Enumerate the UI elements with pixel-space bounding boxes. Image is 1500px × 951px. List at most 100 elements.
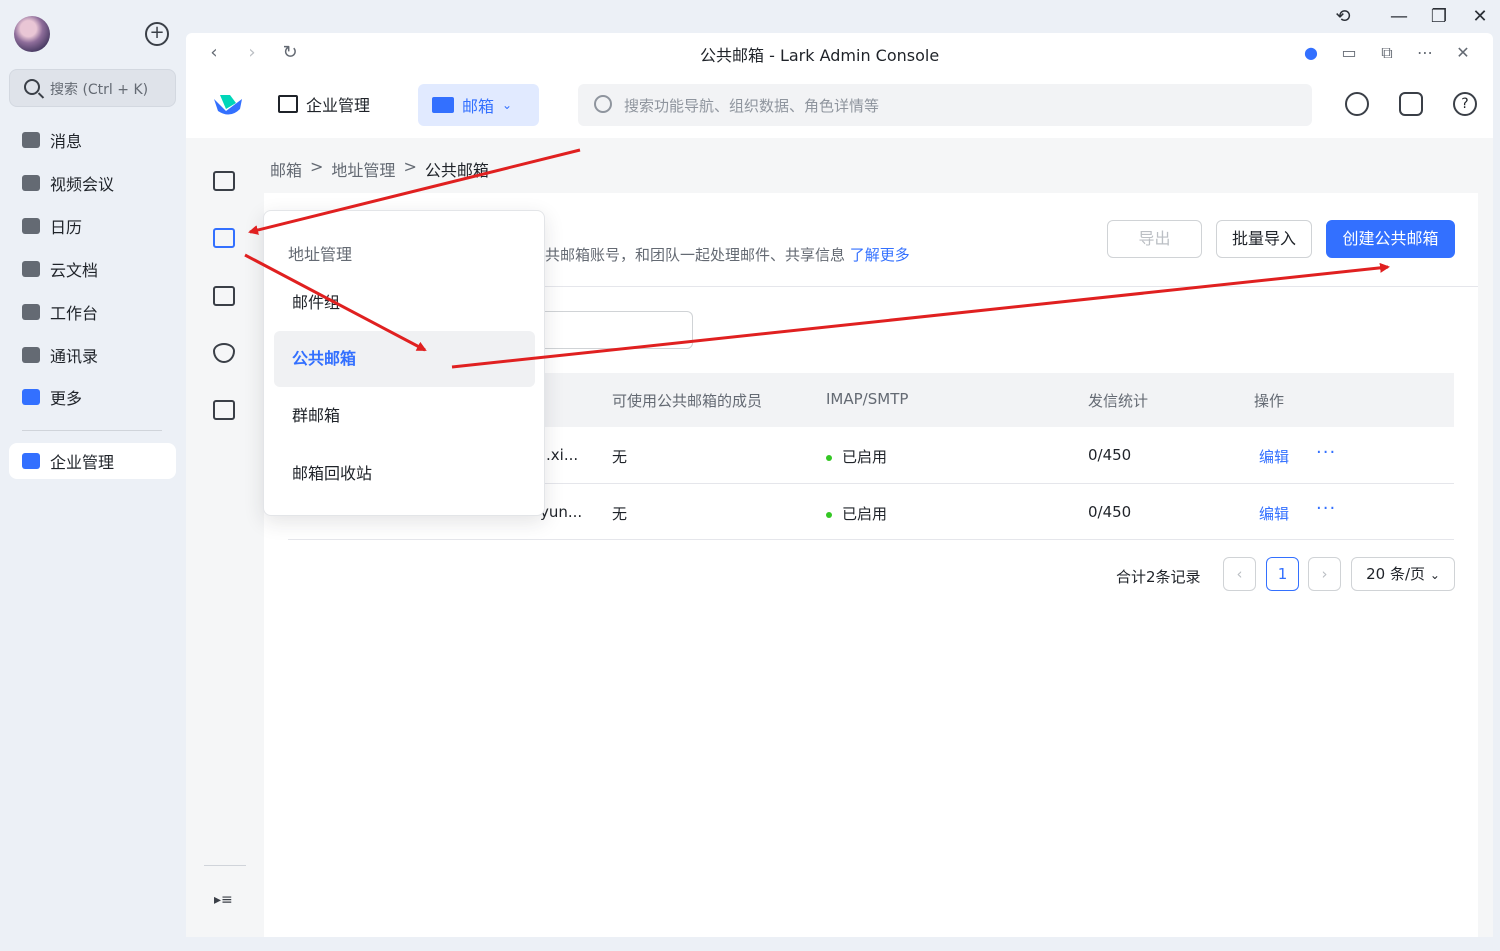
sidebar-item-messages[interactable]: 消息 [14,122,174,158]
chat-icon [22,132,40,148]
bulk-import-button[interactable]: 批量导入 [1216,220,1312,258]
breadcrumb-item[interactable]: 地址管理 [331,157,395,181]
breadcrumb-separator: > [403,157,417,176]
column-header: 发信统计 [1088,392,1149,410]
chevron-down-icon: ⌄ [1429,568,1440,582]
sidebar-item-docs[interactable]: 云文档 [14,251,174,287]
cell-members: 无 [612,505,628,523]
video-icon [22,175,40,191]
sidebar-item-calendar[interactable]: 日历 [14,208,174,244]
sidebar-item-label: 通讯录 [50,347,99,366]
search-filter-input[interactable] [540,311,693,349]
popout-icon[interactable]: ⧉ [1376,42,1398,64]
address-management-menu: 地址管理 邮件组 公共邮箱 群邮箱 邮箱回收站 [263,210,545,516]
column-header: 操作 [1254,392,1285,410]
clipboard-icon[interactable] [1399,92,1423,116]
breadcrumb: 邮箱 > 地址管理 > 公共邮箱 [270,157,489,181]
lark-logo-icon [214,95,242,115]
row-more-icon[interactable]: ··· [1316,442,1336,463]
row-more-icon[interactable]: ··· [1316,498,1336,519]
cell-address: .xi... [546,446,579,464]
status-badge: 已启用 [826,503,887,524]
sidebar-divider [22,430,162,431]
page-size-select[interactable]: 20 条/页 ⌄ [1351,557,1455,591]
sidebar-item-contacts[interactable]: 通讯录 [14,337,174,373]
avatar[interactable] [14,16,50,52]
sidebar-search[interactable]: 搜索 (Ctrl + K) [9,69,176,107]
search-icon [594,95,612,113]
sidebar-item-label: 企业管理 [50,453,115,472]
status-text: 已启用 [842,505,888,523]
column-header: 可使用公共邮箱的成员 [612,392,763,410]
sidebar-item-label: 云文档 [50,261,99,280]
close-window-button[interactable]: ✕ [1466,4,1494,30]
minimize-button[interactable]: — [1385,4,1413,30]
menu-item-public-mailbox[interactable]: 公共邮箱 [274,331,535,387]
sidebar-item-label: 视频会议 [50,175,115,194]
cell-address: yun... [540,503,583,521]
learn-more-link[interactable]: 了解更多 [850,246,910,264]
window-icon[interactable]: ▭ [1338,42,1360,64]
menu-header: 地址管理 [288,245,353,264]
refresh-icon[interactable]: ↻ [279,42,301,64]
column-header: IMAP/SMTP [826,390,909,408]
sidebar-item-video-meeting[interactable]: 视频会议 [14,165,174,201]
menu-item-recycle-bin[interactable]: 邮箱回收站 [274,446,535,502]
assistant-icon[interactable]: ● [1300,42,1322,64]
breadcrumb-item[interactable]: 邮箱 [270,157,302,181]
next-page-button[interactable]: › [1308,557,1341,591]
total-records: 合计2条记录 [1116,568,1201,586]
more-icon[interactable]: ⋯ [1414,42,1436,64]
mail-module-dropdown[interactable]: 邮箱 ⌄ [418,84,539,126]
report-icon[interactable] [213,400,235,420]
menu-item-group-mailbox[interactable]: 群邮箱 [274,388,535,444]
sidebar-item-workplace[interactable]: 工作台 [14,294,174,330]
address-card-icon[interactable] [213,228,235,248]
page-number-button[interactable]: 1 [1266,557,1299,591]
cell-members: 无 [612,448,628,466]
cell-stats: 0/450 [1088,446,1132,464]
menu-item-mail-group[interactable]: 邮件组 [274,275,535,331]
status-dot [826,454,832,461]
monitor-icon[interactable] [213,171,235,191]
maximize-button[interactable]: ❐ [1425,4,1453,30]
export-button[interactable]: 导出 [1107,220,1202,258]
mail-settings-icon[interactable] [213,286,235,306]
close-tab-icon[interactable]: ✕ [1452,42,1474,64]
row-divider [288,539,1454,540]
status-dot [826,511,832,518]
headset-icon[interactable] [1345,92,1369,116]
sidebar-item-label: 日历 [50,218,83,237]
sidebar-item-label: 更多 [50,389,83,408]
sidebar-item-enterprise-admin[interactable]: 企业管理 [9,443,176,479]
grid-icon [22,304,40,320]
search-icon [24,79,40,95]
back-icon[interactable]: ‹ [203,42,225,64]
history-icon[interactable]: ⟲ [1329,4,1357,30]
status-badge: 已启用 [826,446,887,467]
global-search-input[interactable]: 搜索功能导航、组织数据、角色详情等 [578,84,1312,126]
admin-icon [22,453,40,469]
new-plus-icon[interactable]: + [145,22,169,46]
building-icon [278,95,298,113]
enterprise-admin-link[interactable]: 企业管理 [278,92,370,116]
edit-link[interactable]: 编辑 [1259,446,1289,467]
create-public-mailbox-button[interactable]: 创建公共邮箱 [1326,220,1455,258]
enterprise-admin-label: 企业管理 [306,96,371,115]
status-text: 已启用 [842,448,888,466]
sidebar-item-more[interactable]: 更多 [14,379,174,415]
sidebar-search-placeholder: 搜索 (Ctrl + K) [50,82,149,98]
forward-icon[interactable]: › [241,42,263,64]
rail-divider [204,865,246,866]
help-icon[interactable]: ? [1453,92,1477,116]
page-size-label: 20 条/页 [1366,565,1426,583]
breadcrumb-current: 公共邮箱 [424,161,489,180]
cell-stats: 0/450 [1088,503,1132,521]
edit-link[interactable]: 编辑 [1259,503,1289,524]
calendar-icon [22,218,40,234]
prev-page-button[interactable]: ‹ [1223,557,1256,591]
description-text: 共邮箱账号，和团队一起处理邮件、共享信息 [545,246,846,264]
mail-icon [432,97,454,113]
collapse-menu-icon[interactable]: ▸≡ [214,892,233,908]
page-description: 共邮箱账号，和团队一起处理邮件、共享信息 了解更多 [545,244,910,265]
